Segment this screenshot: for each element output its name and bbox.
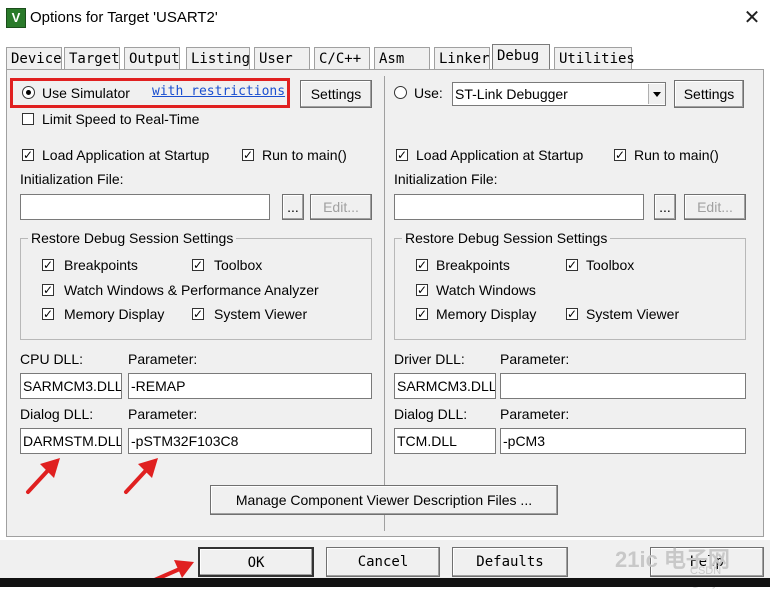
right-init-file-label: Initialization File: (394, 171, 498, 187)
annotation-arrow-icon (124, 458, 158, 494)
dialog-dll-label: Dialog DLL: (20, 406, 94, 422)
limit-speed-checkbox[interactable] (22, 113, 34, 125)
window-title: Options for Target 'USART2' (30, 9, 218, 26)
annotation-arrow-icon (26, 458, 60, 494)
breakpoints-checkbox[interactable]: ✓ (42, 259, 54, 271)
tab-listing[interactable]: Listing (186, 47, 250, 69)
tab-utilities[interactable]: Utilities (554, 47, 635, 69)
watch-windows-checkbox[interactable]: ✓ (42, 284, 54, 296)
right-load-app-label: Load Application at Startup (416, 147, 584, 163)
right-system-viewer-checkbox[interactable]: ✓ (566, 308, 578, 320)
tab-user[interactable]: User (254, 47, 310, 69)
init-file-browse-button[interactable]: ... (282, 194, 304, 220)
bottom-edge (0, 578, 770, 587)
load-app-checkbox[interactable]: ✓ (22, 149, 34, 161)
cpu-dll-label: CPU DLL: (20, 351, 84, 367)
right-run-to-main-checkbox[interactable]: ✓ (614, 149, 626, 161)
right-restore-settings-title: Restore Debug Session Settings (402, 230, 611, 246)
debugger-settings-button[interactable]: Settings (674, 80, 744, 108)
simulator-settings-button[interactable]: Settings (300, 80, 372, 108)
right-dialog-dll-input[interactable]: TCM.DLL (394, 428, 496, 454)
use-debugger-radio[interactable] (394, 86, 407, 99)
debugger-select[interactable]: ST-Link Debugger (452, 82, 666, 106)
close-icon[interactable]: ✕ (740, 6, 764, 30)
driver-param-label: Parameter: (500, 351, 570, 367)
right-dialog-param-input[interactable]: -pCM3 (500, 428, 746, 454)
driver-dll-label: Driver DLL: (394, 351, 465, 367)
memory-display-checkbox[interactable]: ✓ (42, 308, 54, 320)
run-to-main-checkbox[interactable]: ✓ (242, 149, 254, 161)
tab-device[interactable]: Device (6, 47, 62, 69)
cancel-button[interactable]: Cancel (326, 547, 440, 577)
right-watch-windows-checkbox[interactable]: ✓ (416, 284, 428, 296)
dialog-param-label: Parameter: (128, 406, 198, 422)
load-app-label: Load Application at Startup (42, 147, 210, 163)
right-init-file-edit-button[interactable]: Edit... (684, 194, 746, 220)
tab-c-cpp[interactable]: C/C++ (314, 47, 370, 69)
right-memory-display-checkbox[interactable]: ✓ (416, 308, 428, 320)
toolbox-label: Toolbox (214, 257, 263, 273)
init-file-label: Initialization File: (20, 171, 124, 187)
init-file-input[interactable] (20, 194, 270, 220)
system-viewer-checkbox[interactable]: ✓ (192, 308, 204, 320)
limit-speed-label: Limit Speed to Real-Time (42, 111, 200, 127)
cpu-param-input[interactable]: -REMAP (128, 373, 372, 399)
defaults-button[interactable]: Defaults (452, 547, 568, 577)
init-file-edit-button[interactable]: Edit... (310, 194, 372, 220)
debugger-select-value: ST-Link Debugger (455, 86, 568, 102)
right-load-app-checkbox[interactable]: ✓ (396, 149, 408, 161)
right-system-viewer-label: System Viewer (586, 306, 680, 322)
cpu-dll-input[interactable]: SARMCM3.DLL (20, 373, 122, 399)
right-watch-windows-label: Watch Windows (436, 282, 536, 298)
right-toolbox-label: Toolbox (586, 257, 635, 273)
system-viewer-label: System Viewer (214, 306, 308, 322)
right-dialog-dll-label: Dialog DLL: (394, 406, 468, 422)
cpu-param-label: Parameter: (128, 351, 198, 367)
right-init-file-browse-button[interactable]: ... (654, 194, 676, 220)
use-simulator-radio[interactable] (22, 86, 35, 99)
right-run-to-main-label: Run to main() (634, 147, 719, 163)
right-breakpoints-label: Breakpoints (436, 257, 510, 273)
watch-windows-label: Watch Windows & Performance Analyzer (64, 282, 319, 298)
right-memory-display-label: Memory Display (436, 306, 537, 322)
tab-output[interactable]: Output (124, 47, 180, 69)
right-breakpoints-checkbox[interactable]: ✓ (416, 259, 428, 271)
memory-display-label: Memory Display (64, 306, 165, 322)
use-label: Use: (414, 85, 443, 101)
right-toolbox-checkbox[interactable]: ✓ (566, 259, 578, 271)
toolbox-checkbox[interactable]: ✓ (192, 259, 204, 271)
restore-settings-title: Restore Debug Session Settings (28, 230, 237, 246)
breakpoints-label: Breakpoints (64, 257, 138, 273)
ok-button[interactable]: OK (198, 547, 314, 577)
tab-target[interactable]: Target (64, 47, 120, 69)
tab-linker[interactable]: Linker (434, 47, 490, 69)
driver-dll-input[interactable]: SARMCM3.DLL (394, 373, 496, 399)
app-icon: V (6, 8, 26, 28)
tab-debug[interactable]: Debug (492, 44, 550, 70)
dropdown-arrow-icon[interactable] (648, 84, 665, 104)
right-init-file-input[interactable] (394, 194, 644, 220)
driver-param-input[interactable] (500, 373, 746, 399)
right-dialog-param-label: Parameter: (500, 406, 570, 422)
with-restrictions-link[interactable]: with restrictions (152, 84, 285, 99)
column-divider (384, 76, 385, 531)
manage-component-viewer-button[interactable]: Manage Component Viewer Description File… (210, 485, 558, 515)
use-simulator-label: Use Simulator (42, 85, 130, 101)
dialog-param-input[interactable]: -pSTM32F103C8 (128, 428, 372, 454)
run-to-main-label: Run to main() (262, 147, 347, 163)
tab-asm[interactable]: Asm (374, 47, 430, 69)
dialog-dll-input[interactable]: DARMSTM.DLL (20, 428, 122, 454)
